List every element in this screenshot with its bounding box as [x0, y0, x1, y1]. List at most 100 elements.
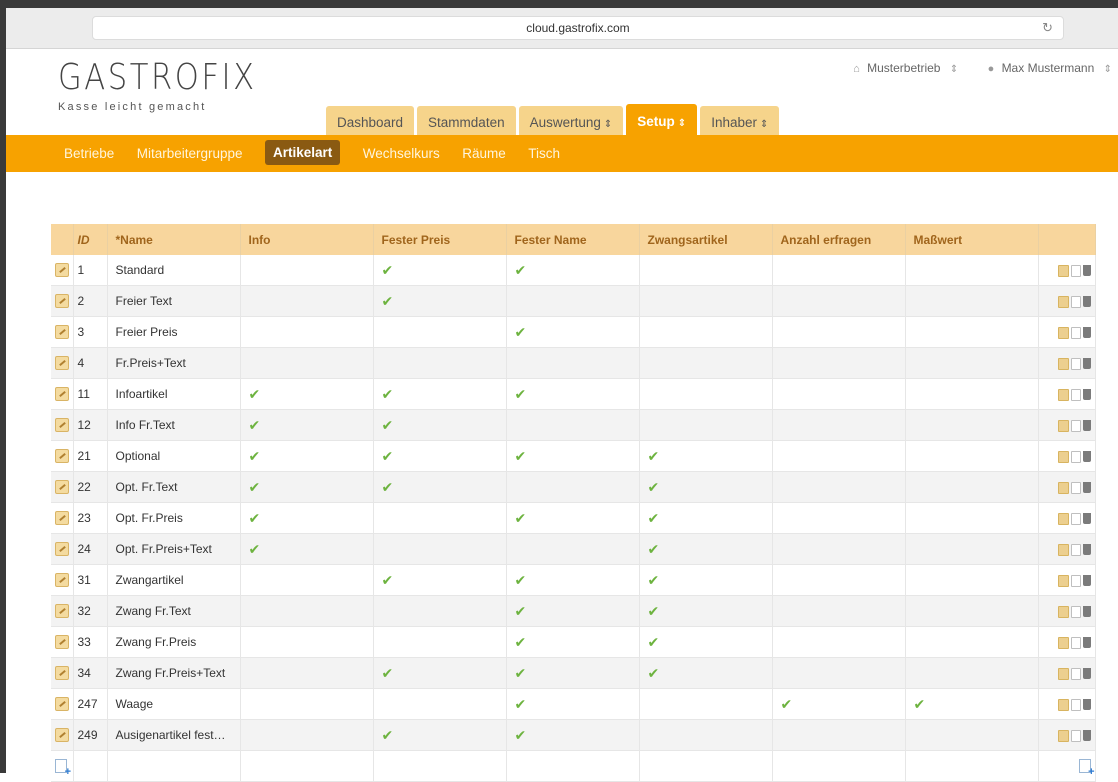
logo[interactable]: GASTROFIX Kasse leicht gemacht [58, 60, 292, 114]
trash-icon[interactable] [1082, 265, 1091, 277]
pencil-icon[interactable] [55, 542, 69, 557]
table-row[interactable]: 249 Ausigenartikel fest… ✔ ✔ [51, 719, 1096, 751]
pencil-icon[interactable] [55, 325, 69, 340]
header-zwangsartikel[interactable]: Zwangsartikel [639, 224, 773, 255]
pencil-icon[interactable] [55, 418, 69, 433]
trash-icon[interactable] [1082, 482, 1091, 494]
pencil-icon[interactable] [55, 387, 69, 402]
subnav-tisch[interactable]: Tisch [528, 135, 560, 172]
edit-icon[interactable] [1057, 636, 1069, 649]
row-edit-cell[interactable] [51, 626, 74, 658]
row-edit-cell[interactable] [51, 502, 74, 534]
copy-icon[interactable] [1070, 326, 1081, 339]
edit-icon[interactable] [1057, 543, 1069, 556]
pencil-icon[interactable] [55, 604, 69, 619]
copy-icon[interactable] [1070, 729, 1081, 742]
row-edit-cell[interactable] [51, 688, 74, 720]
table-row[interactable]: 22 Opt. Fr.Text ✔ ✔ ✔ [51, 471, 1096, 503]
subnav-mitarbeitergruppe[interactable]: Mitarbeitergruppe [137, 135, 243, 172]
add-new-icon[interactable] [55, 759, 71, 778]
trash-icon[interactable] [1082, 730, 1091, 742]
header-fester-name[interactable]: Fester Name [506, 224, 640, 255]
copy-icon[interactable] [1070, 667, 1081, 680]
row-edit-cell[interactable] [51, 719, 74, 751]
pencil-icon[interactable] [55, 480, 69, 495]
table-row[interactable]: 23 Opt. Fr.Preis ✔ ✔ ✔ [51, 502, 1096, 534]
table-row[interactable]: 11 Infoartikel ✔ ✔ ✔ [51, 378, 1096, 410]
copy-icon[interactable] [1070, 605, 1081, 618]
copy-icon[interactable] [1070, 574, 1081, 587]
pencil-icon[interactable] [55, 728, 69, 743]
trash-icon[interactable] [1082, 606, 1091, 618]
edit-icon[interactable] [1057, 264, 1069, 277]
edit-icon[interactable] [1057, 512, 1069, 525]
copy-icon[interactable] [1070, 512, 1081, 525]
copy-icon[interactable] [1070, 264, 1081, 277]
row-edit-cell[interactable] [51, 533, 74, 565]
table-row[interactable]: 21 Optional ✔ ✔ ✔ ✔ [51, 440, 1096, 472]
copy-icon[interactable] [1070, 295, 1081, 308]
edit-icon[interactable] [1057, 388, 1069, 401]
edit-icon[interactable] [1057, 419, 1069, 432]
tab-auswertung[interactable]: Auswertung ⇕ [518, 106, 624, 137]
trash-icon[interactable] [1082, 327, 1091, 339]
header-id[interactable]: ID [73, 224, 108, 255]
table-row[interactable]: 12 Info Fr.Text ✔ ✔ [51, 409, 1096, 441]
table-row[interactable]: 1 Standard ✔ ✔ [51, 255, 1096, 286]
trash-icon[interactable] [1082, 575, 1091, 587]
header-anzahl-erfragen[interactable]: Anzahl erfragen [772, 224, 906, 255]
pencil-icon[interactable] [55, 294, 69, 309]
copy-icon[interactable] [1070, 388, 1081, 401]
subnav-betriebe[interactable]: Betriebe [64, 135, 114, 172]
copy-icon[interactable] [1070, 419, 1081, 432]
subnav-raeume[interactable]: Räume [462, 135, 506, 172]
edit-icon[interactable] [1057, 667, 1069, 680]
edit-icon[interactable] [1057, 729, 1069, 742]
table-row[interactable]: 3 Freier Preis ✔ [51, 316, 1096, 348]
tab-inhaber[interactable]: Inhaber ⇕ [700, 106, 780, 137]
row-edit-cell[interactable] [51, 378, 74, 410]
table-row[interactable]: 24 Opt. Fr.Preis+Text ✔ ✔ [51, 533, 1096, 565]
tab-stammdaten[interactable]: Stammdaten [417, 106, 516, 137]
edit-icon[interactable] [1057, 326, 1069, 339]
address-bar[interactable]: cloud.gastrofix.com ↻ [92, 16, 1064, 40]
copy-icon[interactable] [1070, 450, 1081, 463]
row-edit-cell[interactable] [51, 657, 74, 689]
table-row[interactable]: 2 Freier Text ✔ [51, 285, 1096, 317]
row-edit-cell[interactable] [51, 255, 74, 286]
subnav-artikelart[interactable]: Artikelart [265, 140, 341, 165]
row-edit-cell[interactable] [51, 347, 74, 379]
pencil-icon[interactable] [55, 697, 69, 712]
edit-icon[interactable] [1057, 574, 1069, 587]
trash-icon[interactable] [1082, 699, 1091, 711]
edit-icon[interactable] [1057, 481, 1069, 494]
table-row[interactable]: 34 Zwang Fr.Preis+Text ✔ ✔ ✔ [51, 657, 1096, 689]
copy-icon[interactable] [1070, 698, 1081, 711]
row-edit-cell[interactable] [51, 595, 74, 627]
header-masswert[interactable]: Maßwert [905, 224, 1039, 255]
tab-dashboard[interactable]: Dashboard [326, 106, 415, 137]
subnav-wechselkurs[interactable]: Wechselkurs [363, 135, 440, 172]
row-edit-cell[interactable] [51, 440, 74, 472]
trash-icon[interactable] [1082, 544, 1091, 556]
row-edit-cell[interactable] [51, 564, 74, 596]
pencil-icon[interactable] [55, 573, 69, 588]
row-edit-cell[interactable] [51, 471, 74, 503]
copy-icon[interactable] [1070, 357, 1081, 370]
trash-icon[interactable] [1082, 358, 1091, 370]
trash-icon[interactable] [1082, 668, 1091, 680]
header-name[interactable]: *Name [107, 224, 241, 255]
copy-icon[interactable] [1070, 543, 1081, 556]
business-selector[interactable]: ⌂ Musterbetrieb ⇕ [853, 61, 958, 75]
trash-icon[interactable] [1082, 451, 1091, 463]
row-edit-cell[interactable] [51, 316, 74, 348]
trash-icon[interactable] [1082, 296, 1091, 308]
table-row[interactable]: 32 Zwang Fr.Text ✔ ✔ [51, 595, 1096, 627]
edit-icon[interactable] [1057, 450, 1069, 463]
copy-icon[interactable] [1070, 481, 1081, 494]
table-row[interactable]: 31 Zwangartikel ✔ ✔ ✔ [51, 564, 1096, 596]
header-fester-preis[interactable]: Fester Preis [373, 224, 507, 255]
row-edit-cell[interactable] [51, 409, 74, 441]
add-new-icon[interactable] [1078, 759, 1094, 778]
pencil-icon[interactable] [55, 356, 69, 371]
